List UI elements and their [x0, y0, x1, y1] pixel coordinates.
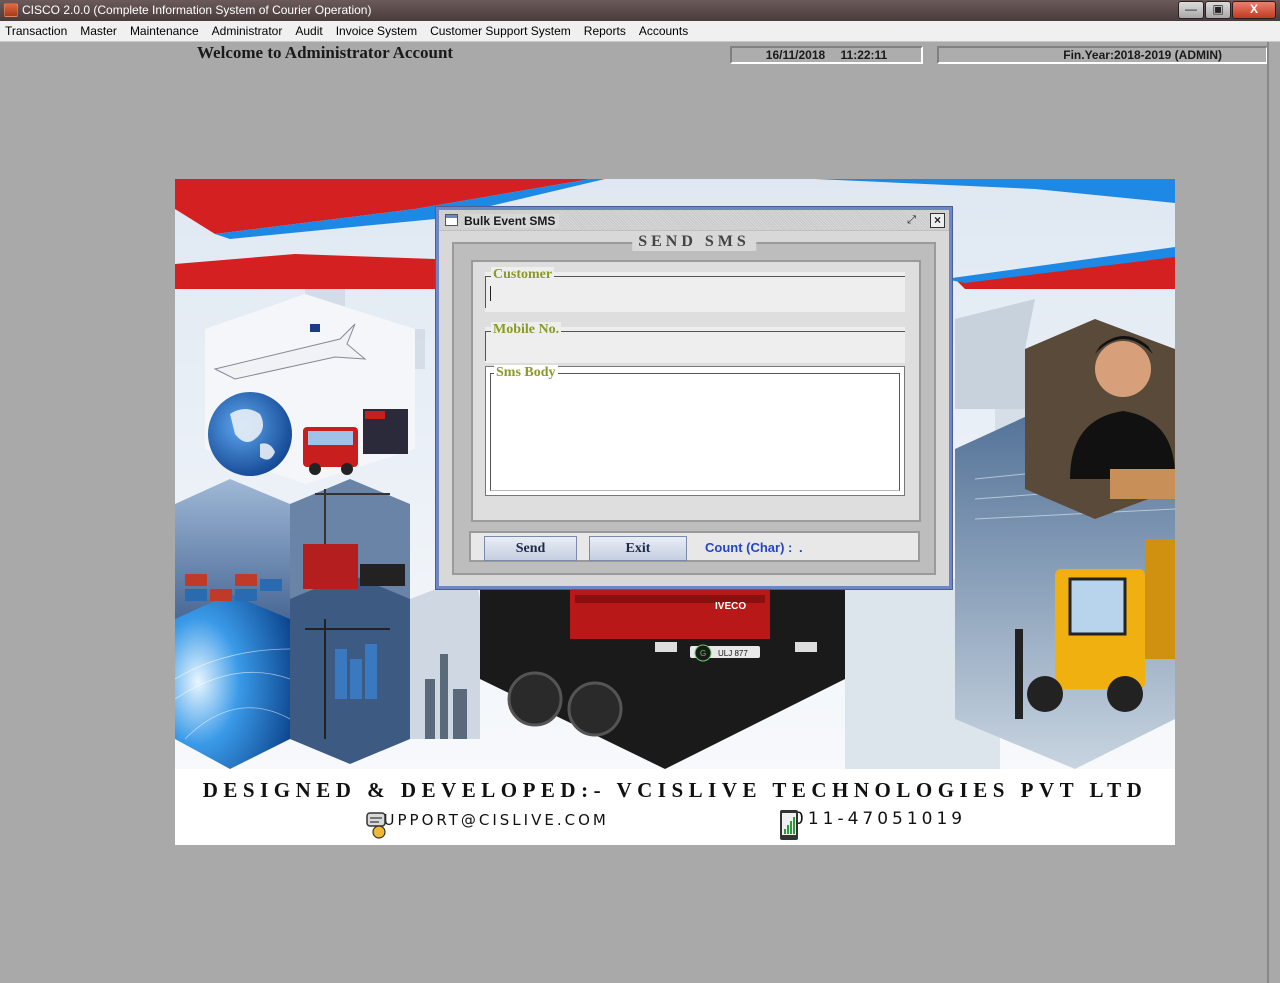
sms-body-label: Sms Body [494, 365, 558, 381]
support-chat-icon [366, 812, 386, 839]
dialog-title: Bulk Event SMS [464, 214, 560, 228]
sms-body-textarea[interactable] [492, 385, 896, 485]
menu-audit[interactable]: Audit [295, 24, 322, 38]
menu-transaction[interactable]: Transaction [5, 24, 67, 38]
datetime-display: 16/11/2018 11:22:11 [730, 46, 923, 64]
dialog-title-bar[interactable]: Bulk Event SMS ⤢ × [439, 210, 949, 231]
char-count-value: . [799, 540, 803, 555]
restore-icon[interactable]: ⤢ [904, 213, 919, 228]
mobile-label: Mobile No. [491, 322, 562, 338]
section-title: SEND SMS [632, 233, 756, 251]
exit-button[interactable]: Exit [589, 536, 687, 561]
window-title-bar: CISCO 2.0.0 (Complete Information System… [0, 0, 1280, 21]
minimize-button[interactable]: — [1178, 1, 1204, 19]
menu-master[interactable]: Master [80, 24, 117, 38]
maximize-button[interactable]: ▣ [1205, 1, 1231, 19]
support-email: SUPPORT@CISLIVE.COM [371, 811, 609, 829]
close-dialog-button[interactable]: × [930, 213, 945, 228]
customer-input[interactable] [489, 282, 901, 304]
financial-year-display: Fin.Year:2018-2019 (ADMIN) [937, 46, 1268, 64]
menu-customer-support-system[interactable]: Customer Support System [430, 24, 571, 38]
truck-plate: ULJ 877 [718, 649, 748, 658]
window-title: CISCO 2.0.0 (Complete Information System… [22, 3, 372, 17]
developer-credit: DESIGNED & DEVELOPED:- VCISLIVE TECHNOLO… [202, 778, 1148, 802]
truck-brand: IVECO [715, 601, 746, 612]
customer-field-group: Customer [485, 267, 905, 312]
java-app-icon [4, 3, 18, 17]
desktop-edge-divider [1267, 42, 1269, 983]
mobile-input[interactable] [489, 337, 901, 359]
char-count-label: Count (Char) : [705, 540, 793, 555]
mobile-phone-icon [780, 810, 798, 840]
sms-body-group: Sms Body [485, 365, 905, 496]
menu-administrator[interactable]: Administrator [212, 24, 283, 38]
menu-maintenance[interactable]: Maintenance [130, 24, 199, 38]
support-phone: 011-47051019 [793, 809, 967, 829]
sms-form-panel: Customer Mobile No. Sms Body [471, 260, 921, 522]
mobile-field-group: Mobile No. [485, 322, 905, 363]
customer-label: Customer [491, 267, 555, 283]
send-button[interactable]: Send [484, 536, 577, 561]
plate-badge: G [700, 649, 706, 658]
close-window-button[interactable]: X [1232, 1, 1276, 19]
menu-reports[interactable]: Reports [584, 24, 626, 38]
action-button-panel: Send Exit Count (Char) : . [469, 531, 920, 562]
window-icon [445, 214, 458, 226]
send-sms-section: SEND SMS Customer Mobile No. Sms Body Se… [452, 233, 936, 575]
welcome-heading: Welcome to Administrator Account [197, 43, 454, 62]
menu-accounts[interactable]: Accounts [639, 24, 688, 38]
menu-invoice-system[interactable]: Invoice System [336, 24, 417, 38]
date-value: 16/11/2018 [765, 48, 826, 62]
menu-bar: Transaction Master Maintenance Administr… [0, 21, 1280, 42]
time-value: 11:22:11 [840, 48, 888, 62]
bulk-event-sms-dialog: Bulk Event SMS ⤢ × SEND SMS Customer Mob… [435, 206, 953, 590]
